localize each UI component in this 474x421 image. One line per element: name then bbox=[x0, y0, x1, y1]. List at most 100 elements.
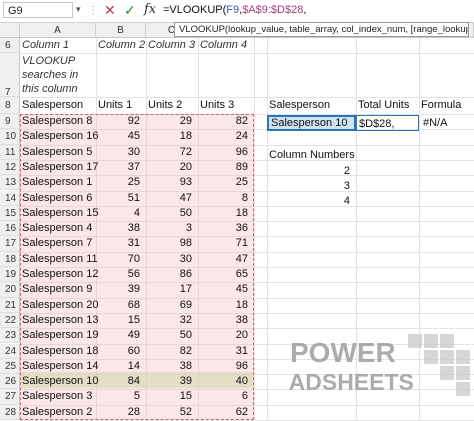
salesperson-cell[interactable]: Salesperson 18 bbox=[20, 344, 98, 359]
salesperson-cell[interactable]: Salesperson 16 bbox=[20, 129, 98, 144]
units-1-cell[interactable]: 60 bbox=[96, 344, 146, 359]
salesperson-cell[interactable]: Salesperson 7 bbox=[20, 236, 96, 251]
row-header[interactable]: 27 bbox=[0, 389, 20, 405]
units-3-cell[interactable]: 82 bbox=[198, 114, 254, 129]
row-header[interactable]: 12 bbox=[0, 159, 20, 176]
units-1-cell[interactable]: 84 bbox=[96, 374, 146, 389]
units-3-cell[interactable]: 24 bbox=[198, 129, 254, 144]
row-header[interactable]: 24 bbox=[0, 343, 20, 359]
units-1-cell[interactable]: 38 bbox=[96, 221, 146, 236]
units-3-cell[interactable]: 6 bbox=[198, 389, 254, 404]
units-3-cell[interactable]: 8 bbox=[198, 191, 254, 206]
row-header[interactable]: 16 bbox=[0, 221, 20, 237]
row-header[interactable]: 17 bbox=[0, 236, 20, 252]
units-1-cell[interactable]: 68 bbox=[96, 298, 146, 313]
insert-function-icon[interactable]: fx bbox=[144, 1, 156, 19]
units-1-cell[interactable]: 45 bbox=[96, 129, 146, 144]
units-2-cell[interactable]: 15 bbox=[146, 389, 198, 404]
units-1-cell[interactable]: 30 bbox=[96, 145, 146, 160]
units-2-cell[interactable]: 17 bbox=[146, 282, 198, 297]
units-2-cell[interactable]: 39 bbox=[146, 374, 198, 389]
units-2-cell[interactable]: 18 bbox=[146, 129, 198, 144]
salesperson-cell[interactable]: Salesperson 12 bbox=[20, 267, 98, 282]
salesperson-cell[interactable]: Salesperson 20 bbox=[20, 298, 98, 313]
row-header[interactable]: 8 bbox=[0, 97, 20, 114]
enter-icon[interactable]: ✓ bbox=[124, 1, 136, 19]
column-header-a[interactable]: A bbox=[20, 23, 96, 38]
units-3-cell[interactable]: 18 bbox=[198, 298, 254, 313]
salesperson-cell[interactable]: Salesperson 9 bbox=[20, 282, 96, 297]
salesperson-cell[interactable]: Salesperson 8 bbox=[20, 114, 96, 129]
units-3-cell[interactable]: 25 bbox=[198, 175, 254, 190]
units-2-cell[interactable]: 32 bbox=[146, 313, 198, 328]
units-3-cell[interactable]: 47 bbox=[198, 252, 254, 267]
units-3-cell[interactable]: 31 bbox=[198, 344, 254, 359]
units-1-cell[interactable]: 5 bbox=[96, 389, 146, 404]
units-2-cell[interactable]: 52 bbox=[146, 405, 198, 420]
units-3-cell[interactable]: 89 bbox=[198, 160, 254, 175]
row-header[interactable]: 14 bbox=[0, 190, 20, 206]
units-1-cell[interactable]: 37 bbox=[96, 160, 146, 175]
salesperson-cell[interactable]: Salesperson 6 bbox=[20, 191, 96, 206]
select-all-corner[interactable] bbox=[0, 23, 20, 38]
units-3-cell[interactable]: 45 bbox=[198, 282, 254, 297]
units-1-cell[interactable]: 39 bbox=[96, 282, 146, 297]
units-1-cell[interactable]: 25 bbox=[96, 175, 146, 190]
units-3-cell[interactable]: 71 bbox=[198, 236, 254, 251]
units-1-cell[interactable]: 49 bbox=[96, 328, 146, 343]
salesperson-cell[interactable]: Salesperson 4 bbox=[20, 221, 96, 236]
row-header[interactable]: 18 bbox=[0, 251, 20, 267]
salesperson-cell[interactable]: Salesperson 13 bbox=[20, 313, 98, 328]
units-1-cell[interactable]: 14 bbox=[96, 359, 146, 374]
units-2-cell[interactable]: 29 bbox=[146, 114, 198, 129]
name-box[interactable]: G9 bbox=[3, 2, 73, 18]
salesperson-cell[interactable]: Salesperson 3 bbox=[20, 389, 96, 404]
units-1-cell[interactable]: 4 bbox=[96, 206, 146, 221]
units-2-cell[interactable]: 72 bbox=[146, 145, 198, 160]
salesperson-cell[interactable]: Salesperson 11 bbox=[20, 252, 98, 267]
lookup-value[interactable]: Salesperson 10 bbox=[269, 115, 349, 131]
units-3-cell[interactable]: 65 bbox=[198, 267, 254, 282]
units-3-cell[interactable]: 62 bbox=[198, 405, 254, 420]
salesperson-cell[interactable]: Salesperson 2 bbox=[20, 405, 96, 420]
salesperson-cell[interactable]: Salesperson 14 bbox=[20, 359, 98, 374]
column-header-b[interactable]: B bbox=[96, 23, 146, 38]
row-header[interactable]: 20 bbox=[0, 282, 20, 298]
units-3-cell[interactable]: 38 bbox=[198, 313, 254, 328]
units-2-cell[interactable]: 38 bbox=[146, 359, 198, 374]
units-2-cell[interactable]: 82 bbox=[146, 344, 198, 359]
salesperson-cell[interactable]: Salesperson 19 bbox=[20, 328, 98, 343]
row-header[interactable]: 19 bbox=[0, 267, 20, 283]
units-2-cell[interactable]: 86 bbox=[146, 267, 198, 282]
units-1-cell[interactable]: 56 bbox=[96, 267, 146, 282]
row-header[interactable]: 11 bbox=[0, 144, 20, 160]
row-header[interactable]: 28 bbox=[0, 404, 20, 420]
units-3-cell[interactable]: 96 bbox=[198, 359, 254, 374]
salesperson-cell[interactable]: Salesperson 17 bbox=[20, 160, 98, 175]
row-header[interactable]: 13 bbox=[0, 175, 20, 191]
units-1-cell[interactable]: 92 bbox=[96, 114, 146, 129]
units-2-cell[interactable]: 69 bbox=[146, 298, 198, 313]
cancel-icon[interactable]: ✕ bbox=[104, 1, 116, 19]
row-header[interactable]: 26 bbox=[0, 374, 20, 390]
salesperson-cell[interactable]: Salesperson 15 bbox=[20, 206, 98, 221]
units-3-cell[interactable]: 36 bbox=[198, 221, 254, 236]
units-2-cell[interactable]: 47 bbox=[146, 191, 198, 206]
row-header[interactable]: 15 bbox=[0, 205, 20, 222]
row-header[interactable]: 9 bbox=[0, 114, 20, 130]
units-3-cell[interactable]: 40 bbox=[198, 374, 254, 389]
units-1-cell[interactable]: 28 bbox=[96, 405, 146, 420]
units-2-cell[interactable]: 50 bbox=[146, 206, 198, 221]
row-header[interactable]: 23 bbox=[0, 328, 20, 344]
units-3-cell[interactable]: 20 bbox=[198, 328, 254, 343]
salesperson-cell[interactable]: Salesperson 1 bbox=[20, 175, 96, 190]
units-1-cell[interactable]: 31 bbox=[96, 236, 146, 251]
units-1-cell[interactable]: 51 bbox=[96, 191, 146, 206]
row-header[interactable]: 10 bbox=[0, 129, 20, 145]
row-header[interactable]: 21 bbox=[0, 297, 20, 313]
row-header[interactable]: 6 bbox=[0, 38, 20, 53]
units-1-cell[interactable]: 15 bbox=[96, 313, 146, 328]
row-header[interactable]: 22 bbox=[0, 312, 20, 329]
units-2-cell[interactable]: 98 bbox=[146, 236, 198, 251]
salesperson-cell[interactable]: Salesperson 10 bbox=[20, 374, 98, 389]
